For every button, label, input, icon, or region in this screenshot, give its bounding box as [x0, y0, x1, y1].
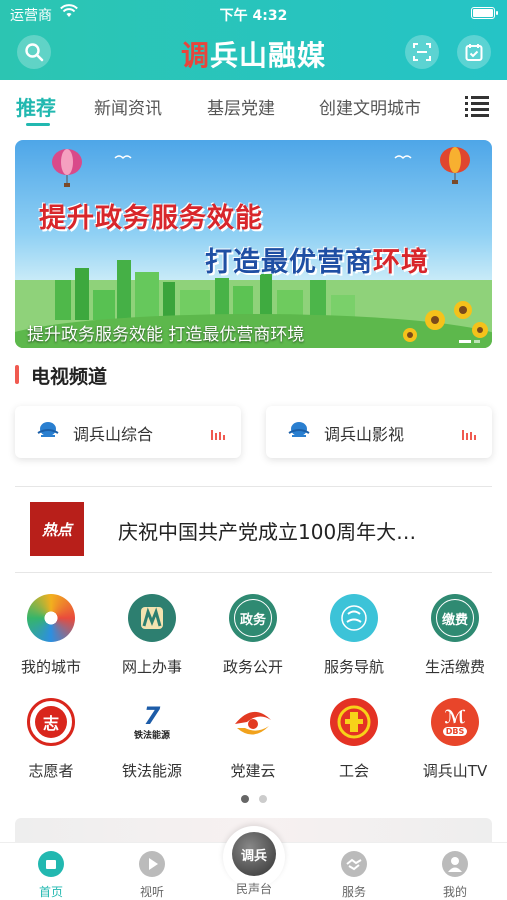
- app-header: 运营商 下午 4:32 调兵山融媒: [0, 0, 507, 80]
- nav-label: 我的: [442, 885, 467, 899]
- scan-button[interactable]: [405, 35, 439, 69]
- channel-logo-icon: [288, 422, 310, 437]
- tab-party-building[interactable]: 基层党建: [207, 94, 275, 119]
- service-label: 铁法能源: [121, 762, 182, 780]
- service-gov-affairs[interactable]: 政务 政务公开: [208, 594, 298, 677]
- hot-badge: 热点: [30, 502, 84, 556]
- banner-dot: [474, 340, 480, 343]
- icon-glyph: DBS: [442, 726, 468, 736]
- service-navigation[interactable]: 服务导航: [309, 594, 399, 677]
- divider: [15, 486, 492, 487]
- tv-section-title: 电视频道: [15, 362, 107, 389]
- service-label: 服务导航: [323, 658, 384, 676]
- tab-active-indicator: [26, 123, 50, 126]
- tab-recommend[interactable]: 推荐: [16, 92, 56, 121]
- icon-glyph: 缴费: [436, 599, 474, 637]
- hero-banner[interactable]: 提升政务服务效能 打造最优营商环境 提升政务服务效能 打造最优营商环境: [15, 140, 492, 348]
- service-party-cloud[interactable]: 党建云: [208, 698, 298, 781]
- checkin-button[interactable]: [457, 35, 491, 69]
- banner-pager: [459, 340, 480, 343]
- channel-card-film[interactable]: 调兵山影视: [266, 406, 492, 458]
- play-icon: [139, 851, 165, 877]
- service-label: 我的城市: [20, 658, 81, 676]
- banner-headline-2: 打造最优营商环境: [205, 240, 429, 279]
- voice-platform-icon: 调兵: [232, 832, 276, 876]
- menu-icon[interactable]: [465, 95, 489, 117]
- nav-home[interactable]: 首页: [21, 851, 81, 900]
- union-icon: [330, 698, 378, 746]
- live-bars-icon: [211, 430, 225, 440]
- live-bars-icon: [462, 430, 476, 440]
- service-tiefa-energy[interactable]: 7 铁法能源 铁法能源: [107, 698, 197, 781]
- service-union[interactable]: 工会: [309, 698, 399, 781]
- banner-caption: 提升政务服务效能 打造最优营商环境: [27, 325, 305, 345]
- tiefa-mark: 7: [143, 701, 161, 730]
- app-title-rest: 兵山融媒: [210, 39, 327, 72]
- tiefa-energy-icon: 7 铁法能源: [128, 698, 176, 746]
- service-volunteer[interactable]: 志 志愿者: [6, 698, 96, 781]
- service-my-city[interactable]: 我的城市: [6, 594, 96, 677]
- service-label: 网上办事: [121, 658, 182, 676]
- nav-label: 首页: [38, 885, 63, 899]
- voice-platform-button[interactable]: 调兵: [223, 826, 285, 888]
- service-bill-payment[interactable]: 缴费 生活缴费: [410, 594, 500, 677]
- channel-name: 调兵山影视: [324, 425, 405, 444]
- divider: [15, 572, 492, 573]
- grid-pager: [0, 795, 507, 803]
- volunteer-icon: 志: [27, 698, 75, 746]
- scan-icon: [413, 43, 431, 61]
- nav-service[interactable]: 服务: [324, 851, 384, 900]
- banner-headline-2b: 环境: [373, 247, 429, 278]
- profile-icon: [442, 851, 468, 877]
- category-tabs: 推荐 新闻资讯 基层党建 创建文明城市: [0, 80, 507, 132]
- channel-logo-icon: [37, 422, 59, 437]
- tv-icon: ℳ DBS: [431, 698, 479, 746]
- banner-headline-1: 提升政务服务效能: [39, 203, 263, 234]
- service-tv[interactable]: ℳ DBS 调兵山TV: [410, 698, 500, 781]
- icon-glyph: 政务: [234, 599, 272, 637]
- bill-payment-icon: 缴费: [431, 594, 479, 642]
- service-label: 工会: [338, 762, 369, 780]
- government-affairs-icon: 政务: [229, 594, 277, 642]
- icon-glyph: 志: [35, 706, 67, 738]
- service-nav-icon: [330, 594, 378, 642]
- app-title-prefix: 调: [180, 39, 210, 72]
- party-cloud-icon: [229, 698, 277, 746]
- service-label: 生活缴费: [424, 658, 485, 676]
- nav-label: 视听: [139, 885, 164, 899]
- service-label: 党建云: [230, 762, 276, 780]
- tab-news[interactable]: 新闻资讯: [94, 94, 162, 119]
- handshake-icon: [341, 851, 367, 877]
- service-label: 政务公开: [222, 658, 283, 676]
- service-online[interactable]: 网上办事: [107, 594, 197, 677]
- my-city-icon: [27, 594, 75, 642]
- online-service-icon: [128, 594, 176, 642]
- tv-mark: ℳ: [444, 706, 466, 728]
- nav-label: 服务: [341, 885, 366, 899]
- banner-headline-2a: 打造最优营商: [205, 247, 373, 278]
- channel-card-comprehensive[interactable]: 调兵山综合: [15, 406, 241, 458]
- battery-icon: [471, 7, 498, 19]
- icon-glyph: 铁法能源: [133, 730, 170, 741]
- pager-dot-active[interactable]: [240, 795, 249, 803]
- calendar-check-icon: [465, 44, 483, 61]
- home-icon: [38, 851, 64, 877]
- nav-profile[interactable]: 我的: [425, 851, 485, 900]
- tab-civilized-city[interactable]: 创建文明城市: [319, 94, 421, 119]
- pager-dot[interactable]: [258, 795, 267, 803]
- hot-news-headline[interactable]: 庆祝中国共产党成立100周年大…: [118, 516, 478, 545]
- banner-dot-active: [459, 340, 471, 343]
- clock: 下午 4:32: [219, 8, 288, 24]
- voice-platform-label[interactable]: 民声台: [223, 880, 285, 897]
- service-label: 志愿者: [28, 762, 74, 780]
- nav-media[interactable]: 视听: [122, 851, 182, 900]
- status-bar: 运营商 下午 4:32: [0, 0, 507, 28]
- service-label: 调兵山TV: [422, 762, 488, 780]
- channel-name: 调兵山综合: [73, 425, 154, 444]
